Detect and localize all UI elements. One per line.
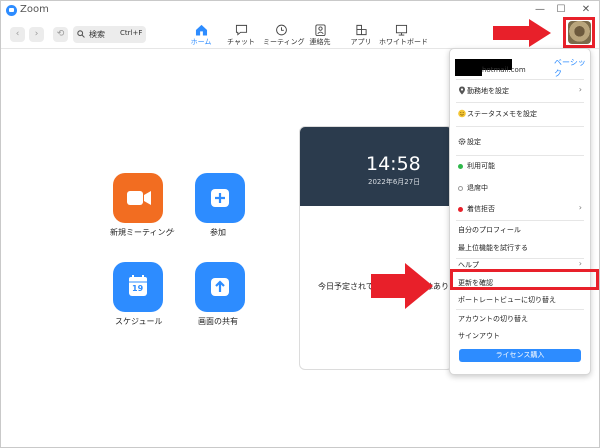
menu-item-set-status-memo[interactable]: ステータスメモを設定: [450, 105, 590, 123]
plan-label[interactable]: ベーシック: [554, 57, 590, 79]
tab-meetings-label: ミーティング: [263, 38, 305, 46]
redacted-email: [455, 69, 482, 76]
clock-date: 2022年6月27日: [368, 178, 421, 186]
close-button[interactable]: ✕: [579, 3, 593, 17]
zoom-logo-icon: [6, 5, 17, 16]
share-screen-label: 画面の共有: [198, 317, 238, 326]
menu-item-label: ポートレートビューに切り替え: [458, 296, 556, 304]
calendar-card: 14:58 2022年6月27日 今日予定されて はあり: [299, 126, 453, 370]
home-icon: [195, 24, 207, 36]
tab-whiteboard-label: ホワイトボード: [379, 38, 428, 46]
new-meeting-label: 新規ミーティング: [110, 228, 174, 237]
chevron-right-icon: ›: [578, 203, 582, 212]
tab-apps-label: アプリ: [350, 38, 372, 46]
menu-item-settings[interactable]: 設定: [450, 133, 590, 151]
menu-item-do-not-disturb[interactable]: 着信拒否 ›: [450, 200, 590, 218]
whiteboard-icon: [395, 24, 407, 36]
annotation-highlight-avatar: [563, 17, 595, 48]
menu-item-label: 利用可能: [467, 162, 495, 170]
menu-item-label: 設定: [467, 138, 481, 146]
divider: [456, 155, 584, 156]
email-suffix: hotmail.com: [482, 66, 526, 74]
chat-icon: [235, 24, 247, 36]
menu-item-portrait-view[interactable]: ポートレートビューに切り替え: [450, 291, 590, 309]
menu-item-available[interactable]: 利用可能: [450, 157, 590, 175]
menu-item-label: ステータスメモを設定: [467, 110, 537, 118]
clock-icon: [275, 24, 287, 36]
calendar-card-header: 14:58 2022年6月27日: [300, 127, 452, 206]
share-screen-button[interactable]: [195, 262, 245, 312]
menu-item-label: サインアウト: [458, 332, 500, 340]
tab-home[interactable]: ホーム: [186, 24, 216, 48]
location-pin-icon: [459, 86, 465, 95]
schedule-day-number: 19: [132, 284, 144, 293]
divider: [456, 126, 584, 127]
menu-item-label: 勤務地を設定: [467, 87, 509, 95]
share-up-arrow-icon: [211, 278, 229, 296]
gear-icon: [458, 138, 466, 145]
menu-item-label: アカウントの切り替え: [458, 315, 528, 323]
menu-item-label: 自分のプロフィール: [458, 226, 521, 234]
tab-contacts-label: 連絡先: [309, 38, 331, 46]
tab-meetings[interactable]: ミーティング: [263, 24, 305, 48]
chevron-right-icon: ›: [578, 259, 582, 268]
menu-item-sign-out[interactable]: サインアウト: [450, 327, 590, 345]
menu-item-label: 最上位機能を試行する: [458, 244, 528, 252]
apps-icon: [355, 24, 367, 36]
search-shortcut: Ctrl+F: [120, 29, 143, 37]
contacts-icon: [314, 24, 326, 36]
buy-license-button[interactable]: ライセンス購入: [459, 349, 581, 362]
plus-icon: [211, 189, 229, 207]
title-bar: Zoom — ☐ ✕: [1, 1, 599, 21]
clock-time: 14:58: [366, 153, 421, 175]
divider: [456, 79, 584, 80]
minimize-button[interactable]: —: [533, 3, 547, 17]
schedule-button[interactable]: 19: [113, 262, 163, 312]
new-meeting-button[interactable]: [113, 173, 163, 223]
maximize-button[interactable]: ☐: [554, 3, 568, 17]
tab-whiteboard[interactable]: ホワイトボード: [379, 24, 428, 48]
history-button[interactable]: ⟲: [53, 27, 68, 42]
forward-button[interactable]: ›: [29, 27, 44, 42]
menu-item-set-location[interactable]: 勤務地を設定 ›: [450, 82, 590, 100]
smiley-icon: [458, 109, 466, 118]
search-label: 検索: [89, 30, 105, 39]
status-available-icon: [458, 164, 463, 169]
search-box[interactable]: 検索 Ctrl+F: [73, 26, 146, 43]
profile-menu: hotmail.com ベーシック 勤務地を設定 › ステータスメモを設定 設定…: [449, 48, 591, 375]
zoom-window: Zoom — ☐ ✕ ‹ › ⟲ 検索 Ctrl+F ホーム チャット ミーティ…: [0, 0, 600, 448]
no-meetings-text: 今日予定されて: [318, 282, 374, 291]
tab-contacts[interactable]: 連絡先: [305, 24, 335, 48]
schedule-label: スケジュール: [115, 317, 163, 326]
tab-chat-label: チャット: [227, 38, 255, 46]
join-button[interactable]: [195, 173, 245, 223]
menu-item-try-top-features[interactable]: 最上位機能を試行する: [450, 239, 590, 257]
divider: [456, 102, 584, 103]
app-title: Zoom: [20, 4, 49, 15]
menu-item-label: 着信拒否: [467, 205, 495, 213]
status-away-icon: [458, 186, 463, 191]
search-icon: [77, 30, 85, 38]
annotation-highlight-check-updates: [450, 269, 599, 290]
tab-apps[interactable]: アプリ: [346, 24, 376, 48]
tab-home-label: ホーム: [190, 38, 212, 46]
annotation-arrow-right-icon: [371, 263, 433, 309]
join-label: 参加: [210, 228, 226, 237]
tab-chat[interactable]: チャット: [226, 24, 256, 48]
back-button[interactable]: ‹: [10, 27, 25, 42]
annotation-arrow-right-icon: [493, 19, 551, 47]
menu-item-label: 退席中: [467, 184, 488, 192]
menu-item-away[interactable]: 退席中: [450, 179, 590, 197]
menu-item-switch-account[interactable]: アカウントの切り替え: [450, 310, 590, 328]
status-dnd-icon: [458, 207, 463, 212]
chevron-right-icon: ›: [578, 85, 582, 94]
menu-item-my-profile[interactable]: 自分のプロフィール: [450, 221, 590, 239]
new-meeting-dropdown-icon[interactable]: ⌄: [170, 226, 176, 234]
video-camera-icon: [127, 191, 151, 205]
